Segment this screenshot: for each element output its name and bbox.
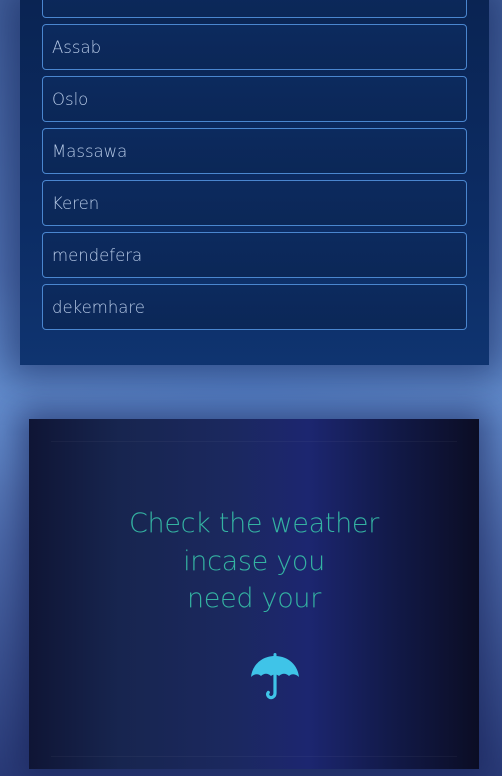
promo-line-3: need your — [186, 583, 322, 614]
city-item-keren[interactable]: Keren — [42, 180, 467, 226]
city-item-massawa[interactable]: Massawa — [42, 128, 467, 174]
promo-inner-panel: Check the weather incase you need your — [51, 441, 457, 757]
city-item-oslo[interactable]: Oslo — [42, 76, 467, 122]
city-list-panel: Assab Oslo Massawa Keren mendefera dekem… — [20, 0, 489, 365]
promo-headline: Check the weather incase you need your — [51, 505, 457, 618]
weather-promo-card: Check the weather incase you need your — [29, 419, 479, 769]
city-item[interactable] — [42, 0, 467, 18]
city-item-assab[interactable]: Assab — [42, 24, 467, 70]
promo-line-1: Check the weather — [128, 508, 380, 539]
city-list: Assab Oslo Massawa Keren mendefera dekem… — [42, 0, 467, 336]
city-item-dekemhare[interactable]: dekemhare — [42, 284, 467, 330]
promo-line-2: incase you — [183, 545, 325, 577]
umbrella-icon — [251, 653, 299, 700]
city-item-mendefera[interactable]: mendefera — [42, 232, 467, 278]
